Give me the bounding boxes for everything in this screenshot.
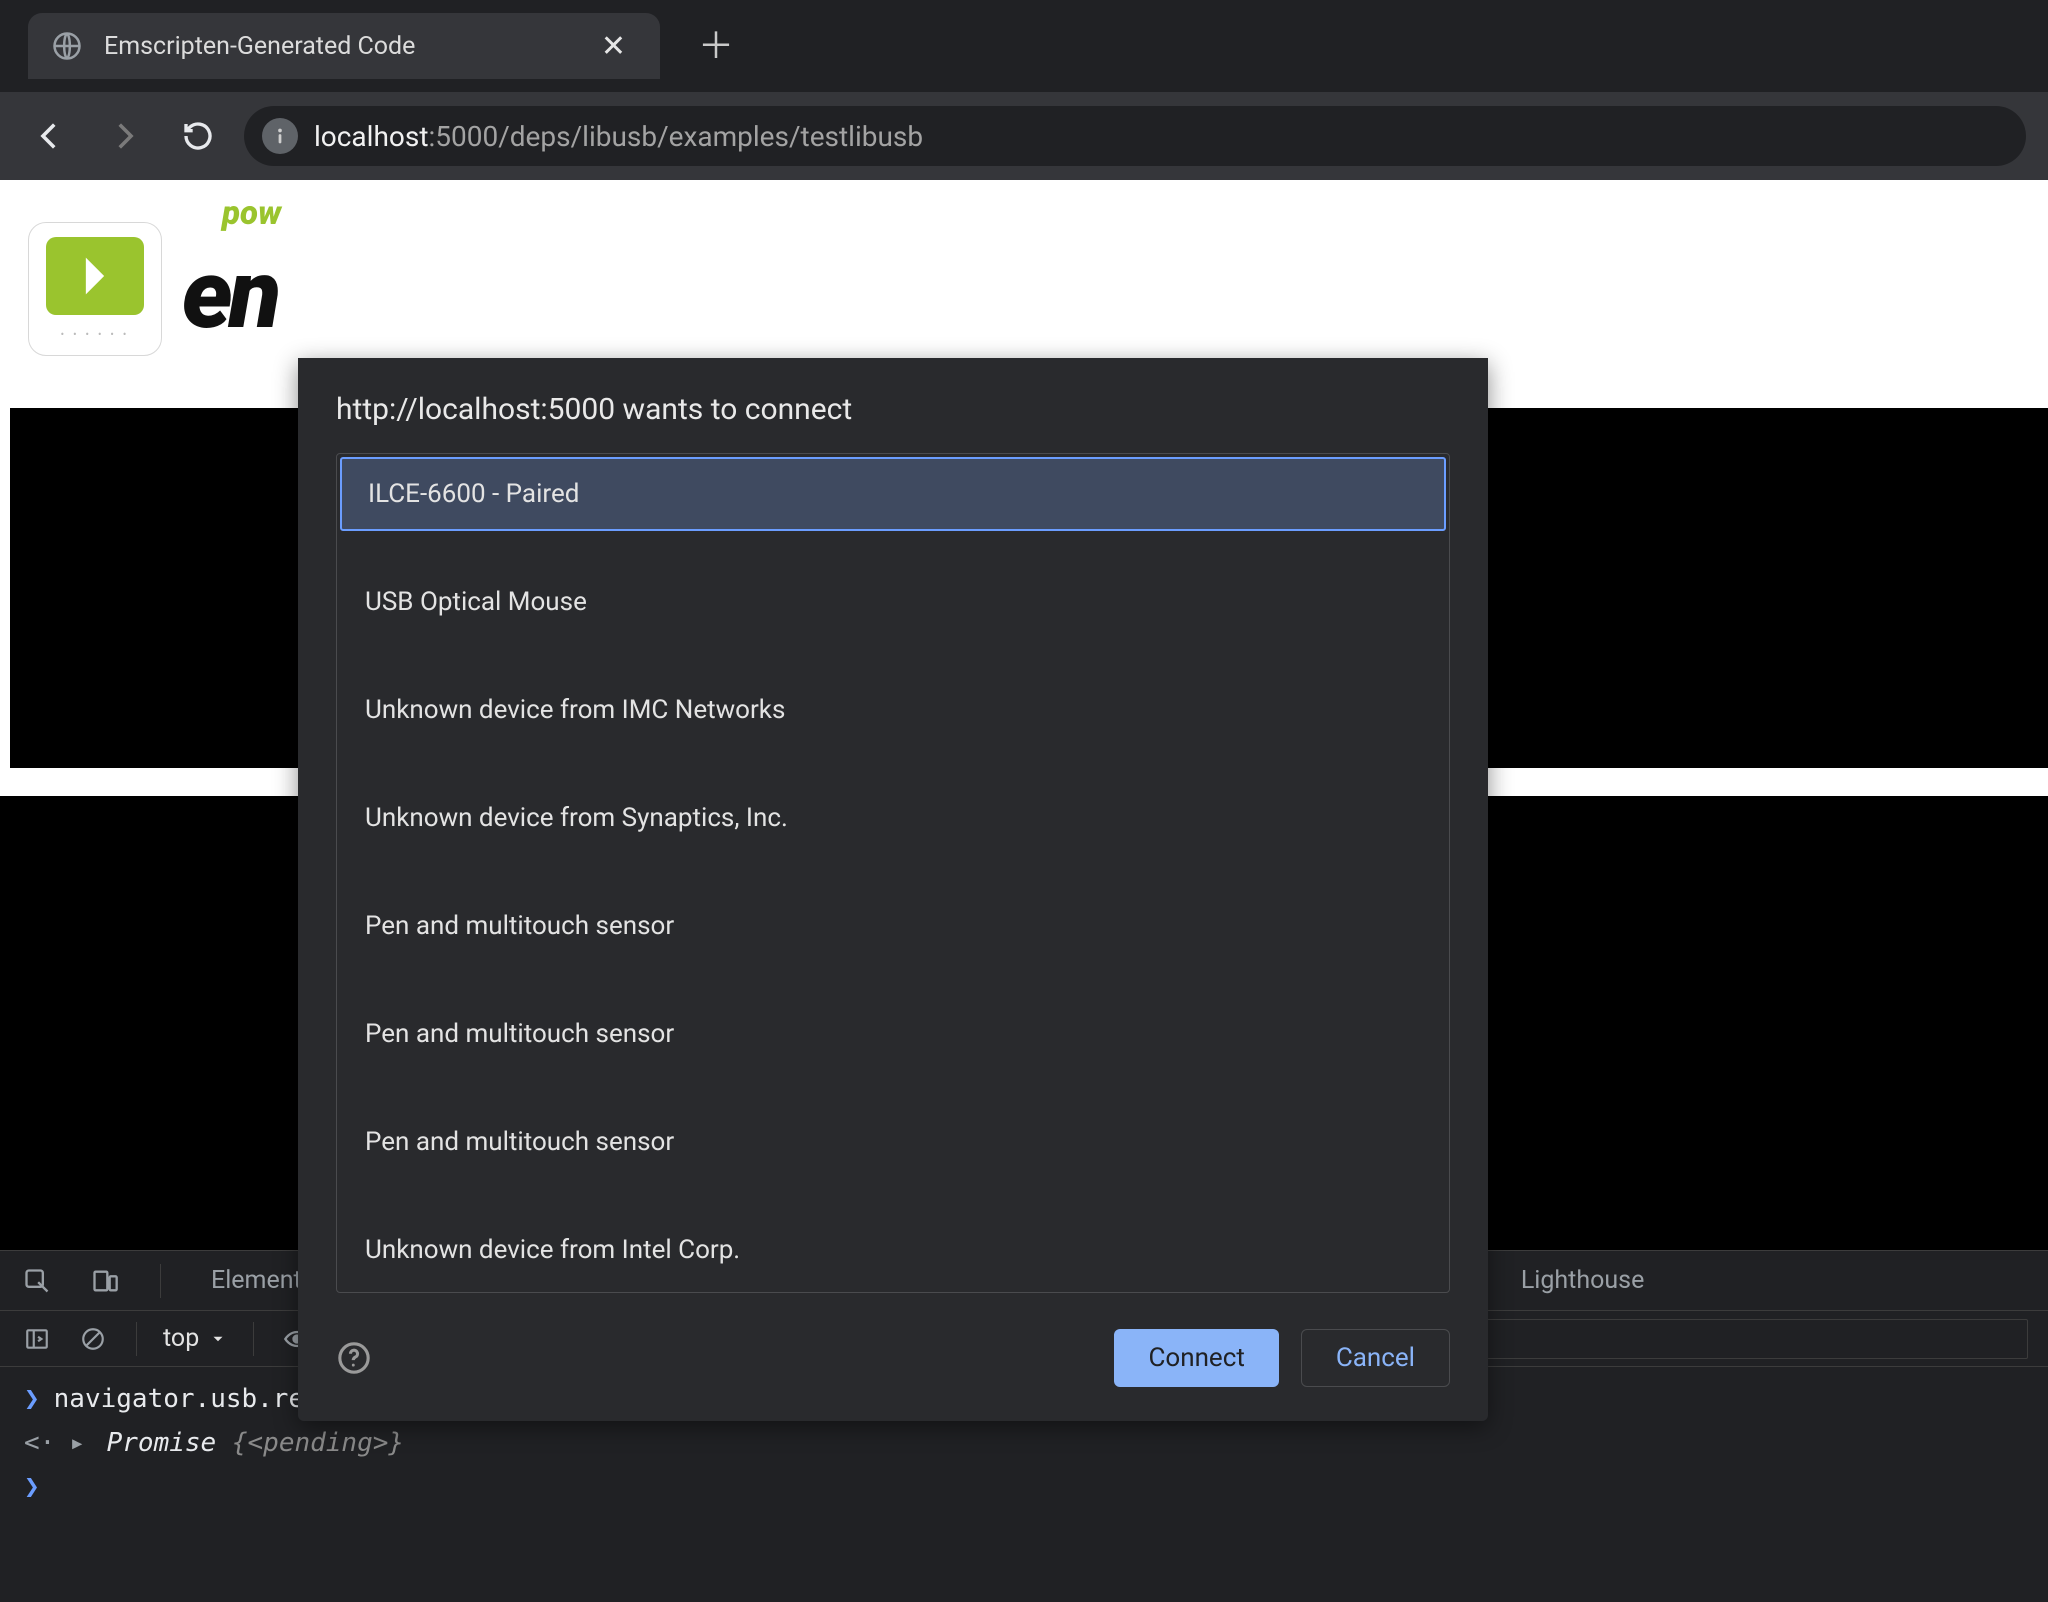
forward-button[interactable]	[96, 108, 152, 164]
device-item[interactable]: Unknown device from IMC Networks	[337, 673, 1449, 747]
devtools-tab-lighthouse[interactable]: Lighthouse	[1521, 1266, 1645, 1295]
result-pending: <pending>	[248, 1428, 389, 1458]
url-host: localhost:5000/deps/libusb/examples/test…	[314, 120, 923, 153]
result-brace-close: }	[388, 1428, 404, 1458]
device-toolbar-icon[interactable]	[88, 1264, 122, 1298]
cancel-button[interactable]: Cancel	[1301, 1329, 1450, 1387]
prompt-icon: ❯	[24, 1465, 40, 1509]
context-selector-label: top	[163, 1324, 199, 1353]
powered-text: pow	[222, 194, 281, 233]
result-promise: Promise	[107, 1428, 232, 1458]
usb-device-chooser-dialog: http://localhost:5000 wants to connect I…	[298, 358, 1488, 1421]
tab-title: Emscripten-Generated Code	[104, 32, 593, 61]
prompt-icon: ❯	[24, 1377, 40, 1421]
address-bar[interactable]: localhost:5000/deps/libusb/examples/test…	[244, 106, 2026, 166]
device-item[interactable]: USB Optical Mouse	[337, 565, 1449, 639]
reload-button[interactable]	[170, 108, 226, 164]
device-item[interactable]: ILCE-6600 - Paired	[340, 457, 1446, 531]
browser-tab[interactable]: Emscripten-Generated Code ✕	[28, 13, 660, 79]
back-button[interactable]	[22, 108, 78, 164]
console-result-line: <· ▸ Promise {<pending>}	[24, 1421, 2024, 1465]
clear-console-icon[interactable]	[76, 1322, 110, 1356]
return-icon: <·	[24, 1421, 55, 1465]
dialog-title: http://localhost:5000 wants to connect	[336, 392, 1450, 427]
expand-icon[interactable]: ▸	[69, 1428, 85, 1458]
connect-button[interactable]: Connect	[1114, 1329, 1278, 1387]
globe-icon	[52, 31, 82, 61]
device-item[interactable]: Unknown device from Synaptics, Inc.	[337, 781, 1449, 855]
emscripten-logo-icon: • • • • • •	[28, 222, 162, 356]
device-list[interactable]: ILCE-6600 - Paired USB Optical Mouse Unkno…	[336, 453, 1450, 1293]
tab-bar: Emscripten-Generated Code ✕ ＋	[0, 0, 2048, 92]
device-item[interactable]: Pen and multitouch sensor	[337, 889, 1449, 963]
console-prompt-empty[interactable]: ❯	[24, 1465, 2024, 1509]
context-selector[interactable]: top	[163, 1324, 227, 1353]
result-brace-open: {	[232, 1428, 248, 1458]
new-tab-button[interactable]: ＋	[698, 28, 734, 64]
device-item[interactable]: Pen and multitouch sensor	[337, 1105, 1449, 1179]
sidebar-toggle-icon[interactable]	[20, 1322, 54, 1356]
device-item[interactable]: Pen and multitouch sensor	[337, 997, 1449, 1071]
close-icon[interactable]: ✕	[593, 25, 634, 68]
page-content: • • • • • • pow en http://localhost:5000…	[0, 180, 2048, 1250]
inspect-element-icon[interactable]	[20, 1264, 54, 1298]
browser-toolbar: localhost:5000/deps/libusb/examples/test…	[0, 92, 2048, 180]
brand-text: en	[182, 239, 277, 351]
device-item[interactable]: Unknown device from Intel Corp.	[337, 1213, 1449, 1287]
site-info-icon[interactable]	[262, 118, 298, 154]
help-icon[interactable]	[336, 1340, 372, 1376]
